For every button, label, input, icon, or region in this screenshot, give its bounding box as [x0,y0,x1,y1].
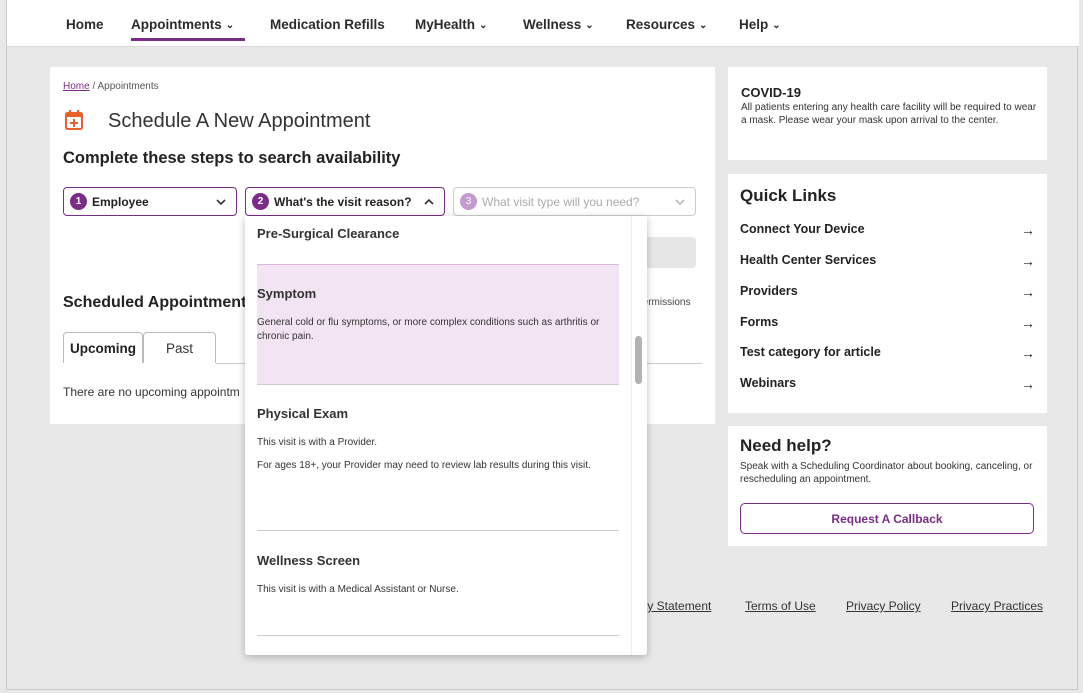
option-title: Pre-Surgical Clearance [257,226,400,241]
arrow-right-icon: → [1021,253,1035,269]
option-title: Physical Exam [257,406,349,421]
chevron-up-icon [424,198,434,205]
quick-link-providers[interactable]: Providers → [740,284,1035,300]
nav-help[interactable]: Help ⌄ [739,17,781,32]
quick-link-label: Providers [740,284,798,298]
footer-privacy-practices-link[interactable]: Privacy Practices [951,599,1043,613]
arrow-right-icon: → [1021,222,1035,238]
chevron-down-icon [216,199,226,206]
option-description: General cold or flu symptoms, or more co… [257,317,600,342]
nav-active-indicator [131,38,245,41]
arrow-right-icon: → [1021,376,1035,392]
help-title: Need help? [740,436,832,455]
option-divider [257,384,619,385]
option-description: For ages 18+, your Provider may need to … [257,460,591,471]
chevron-down-icon: ⌄ [479,20,488,31]
step-employee-select[interactable]: 1 Employee [63,187,237,216]
footer-privacy-policy-link[interactable]: Privacy Policy [846,599,921,613]
visit-reason-dropdown: Pre-Surgical Clearance Symptom General c… [245,216,647,655]
nav-medication-refills[interactable]: Medication Refills [270,17,385,32]
quick-links-panel: Quick Links Connect Your Device → Health … [728,174,1047,413]
step-number-badge: 3 [460,193,477,210]
nav-help-label: Help [739,17,769,32]
arrow-right-icon: → [1021,284,1035,300]
need-help-panel: Need help? Speak with a Scheduling Coord… [728,426,1047,546]
footer-terms-link[interactable]: Terms of Use [745,599,816,613]
nav-home[interactable]: Home [66,17,104,32]
dropdown-scrollbar-thumb[interactable] [635,336,642,384]
dropdown-option-symptom[interactable]: Symptom General cold or flu symptoms, or… [257,286,619,344]
covid-text: All patients entering any health care fa… [741,102,1037,126]
arrow-right-icon: → [1021,345,1035,361]
step-label: What's the visit reason? [274,194,412,209]
covid-title: COVID-19 [741,85,801,100]
tab-upcoming[interactable]: Upcoming [63,332,143,363]
step-visit-reason-select[interactable]: 2 What's the visit reason? [245,187,445,216]
quick-link-forms[interactable]: Forms → [740,315,1035,331]
quick-link-label: Test category for article [740,345,881,359]
top-navigation: Home Appointments ⌄ Medication Refills My… [7,0,1079,47]
nav-appointments[interactable]: Appointments ⌄ [131,17,234,32]
option-title: Wellness Screen [257,553,361,568]
step-visit-type-select[interactable]: 3 What visit type will you need? [453,187,696,216]
dropdown-scrollbar-track[interactable] [631,216,647,655]
quick-link-label: Webinars [740,376,797,390]
dropdown-option-wellness-screen[interactable]: Wellness Screen This visit is with a Med… [257,553,619,597]
option-description: This visit is with a Medical Assistant o… [257,584,459,595]
nav-resources[interactable]: Resources ⌄ [626,17,707,32]
nav-myhealth-label: MyHealth [415,17,476,32]
covid-notice: COVID-19 All patients entering any healt… [728,67,1047,160]
nav-wellness-label: Wellness [523,17,582,32]
chevron-down-icon [675,199,685,206]
option-description: This visit is with a Provider. [257,437,378,448]
step-label: Employee [92,194,149,209]
option-title: Symptom [257,286,317,301]
calendar-plus-icon [65,110,83,130]
chevron-down-icon: ⌄ [585,20,594,31]
quick-link-connect-device[interactable]: Connect Your Device → [740,222,1035,238]
breadcrumb: Home / Appointments [63,81,159,92]
page-title: Schedule A New Appointment [108,110,371,132]
breadcrumb-home-link[interactable]: Home [63,81,90,92]
nav-wellness[interactable]: Wellness ⌄ [523,17,594,32]
chevron-down-icon: ⌄ [225,20,235,31]
step-label: What visit type will you need? [482,194,640,209]
request-callback-button[interactable]: Request A Callback [740,503,1034,534]
step-number-badge: 1 [70,193,87,210]
breadcrumb-current: Appointments [97,81,159,92]
steps-heading: Complete these steps to search availabil… [63,149,401,167]
dropdown-option-physical-exam[interactable]: Physical Exam This visit is with a Provi… [257,406,619,473]
step-number-badge: 2 [252,193,269,210]
quick-link-label: Connect Your Device [740,222,865,236]
nav-home-label: Home [66,17,104,32]
nav-appointments-label: Appointments [131,17,222,32]
chevron-down-icon: ⌄ [772,20,781,31]
dropdown-option-pre-surgical[interactable]: Pre-Surgical Clearance [257,226,619,241]
quick-link-label: Health Center Services [740,253,877,267]
quick-link-health-center-services[interactable]: Health Center Services → [740,253,1035,269]
option-divider [257,635,619,636]
no-appointments-message: There are no upcoming appointm [63,385,240,399]
tab-past[interactable]: Past [143,332,216,363]
option-divider [257,530,619,531]
arrow-right-icon: → [1021,315,1035,331]
quick-link-webinars[interactable]: Webinars → [740,376,1035,392]
footer-accessibility-link[interactable]: ty Statement [644,599,711,613]
nav-medication-refills-label: Medication Refills [270,17,385,32]
nav-myhealth[interactable]: MyHealth ⌄ [415,17,487,32]
scheduled-appointments-heading: Scheduled Appointments [63,294,256,311]
app-frame: Home Appointments ⌄ Medication Refills My… [6,0,1079,690]
quick-link-label: Forms [740,315,779,329]
help-text: Speak with a Scheduling Coordinator abou… [740,461,1033,485]
chevron-down-icon: ⌄ [699,20,708,31]
quick-link-test-category[interactable]: Test category for article → [740,345,1035,361]
nav-resources-label: Resources [626,17,696,32]
quick-links-title: Quick Links [740,186,837,205]
